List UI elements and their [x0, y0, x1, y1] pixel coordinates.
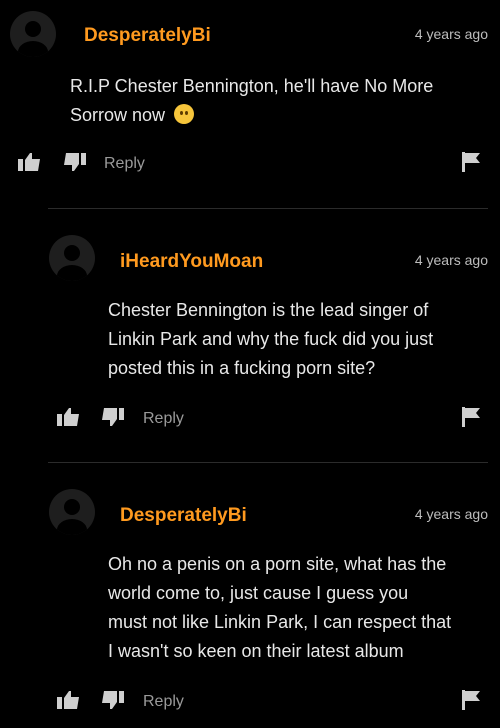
- comment-text: R.I.P Chester Bennington, he'll have No …: [70, 72, 433, 130]
- comment-reply: DesperatelyBi 4 years ago Oh no a penis …: [0, 464, 500, 728]
- comment-timestamp: 4 years ago: [414, 26, 488, 42]
- reply-button[interactable]: Reply: [143, 410, 184, 428]
- divider: [48, 462, 488, 463]
- avatar[interactable]: [49, 235, 95, 281]
- comment-reply: iHeardYouMoan 4 years ago Chester Bennin…: [0, 210, 500, 462]
- thumbs-up-icon[interactable]: [18, 152, 42, 172]
- comment-text-line: I wasn't so keen on their latest album: [108, 641, 404, 661]
- flag-icon[interactable]: [462, 690, 480, 710]
- comment-text-line: R.I.P Chester Bennington, he'll have No …: [70, 76, 434, 96]
- comment-username[interactable]: DesperatelyBi: [120, 505, 247, 527]
- thumbs-up-icon[interactable]: [57, 407, 81, 427]
- comment-timestamp: 4 years ago: [414, 252, 488, 268]
- thumbs-down-icon[interactable]: [100, 407, 124, 427]
- thumbs-down-icon[interactable]: [62, 152, 86, 172]
- flag-icon[interactable]: [462, 407, 480, 427]
- comment-text-line: Sorrow now: [70, 101, 433, 130]
- comment-text-line: Oh no a penis on a porn site, what has t…: [108, 554, 447, 574]
- comment: DesperatelyBi 4 years ago R.I.P Chester …: [0, 0, 500, 208]
- comment-text-line: posted this in a fucking porn site?: [108, 358, 376, 378]
- comment-username[interactable]: DesperatelyBi: [84, 25, 211, 47]
- avatar[interactable]: [10, 11, 56, 57]
- avatar[interactable]: [49, 489, 95, 535]
- comment-timestamp: 4 years ago: [414, 506, 488, 522]
- flag-icon[interactable]: [462, 152, 480, 172]
- reply-button[interactable]: Reply: [104, 155, 145, 173]
- crying-face-icon: [174, 104, 195, 124]
- reply-button[interactable]: Reply: [143, 693, 184, 711]
- comment-text-line: must not like Linkin Park, I can respect…: [108, 612, 452, 632]
- comment-text-line: Linkin Park and why the fuck did you jus…: [108, 329, 434, 349]
- comment-text: Chester Bennington is the lead singer of…: [108, 296, 433, 383]
- thumbs-down-icon[interactable]: [100, 690, 124, 710]
- comment-text-line: world come to, just cause I guess you: [108, 583, 409, 603]
- divider: [48, 208, 488, 209]
- thumbs-up-icon[interactable]: [57, 690, 81, 710]
- comment-username[interactable]: iHeardYouMoan: [120, 251, 263, 273]
- comment-text: Oh no a penis on a porn site, what has t…: [108, 550, 451, 666]
- comment-text-line: Chester Bennington is the lead singer of: [108, 300, 429, 320]
